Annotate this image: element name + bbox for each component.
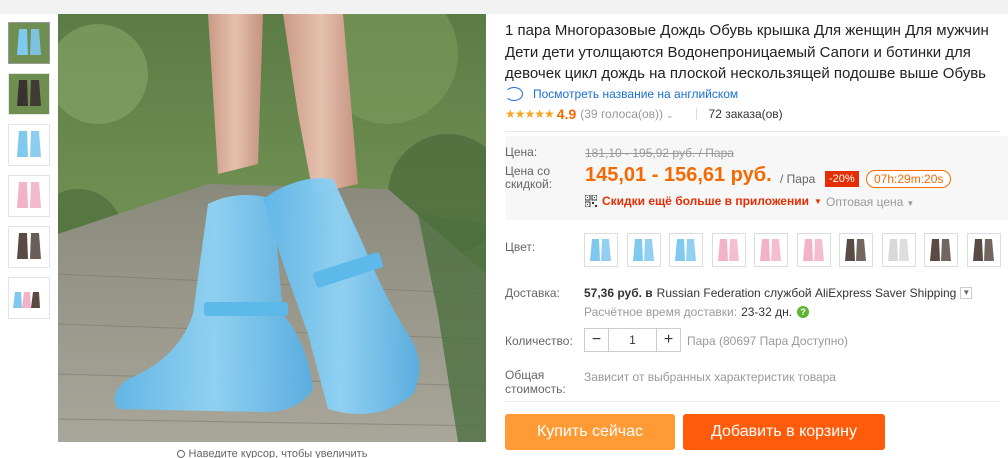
color-swatch[interactable] xyxy=(924,233,958,267)
app-deal-link[interactable]: Скидки ещё больше в приложении ▼ xyxy=(585,194,822,208)
zoom-hint-text: Наведите курсор, чтобы увеличить xyxy=(188,448,368,458)
color-swatch[interactable] xyxy=(966,233,1001,267)
boot-thumbnail-icon xyxy=(9,278,49,318)
product-title: 1 пара Многоразовые Дождь Обувь крышка Д… xyxy=(505,22,989,82)
wholesale-price-link[interactable]: Оптовая цена ▼ xyxy=(826,195,914,209)
boot-swatch-icon xyxy=(882,234,915,266)
boot-swatch-icon xyxy=(670,234,702,266)
translate-icon xyxy=(505,87,523,101)
wholesale-text[interactable]: Оптовая цена xyxy=(826,195,903,209)
boot-thumbnail-icon xyxy=(9,125,49,165)
magnifier-icon xyxy=(176,450,185,458)
boot-swatch-icon xyxy=(585,234,617,266)
shipping-label: Доставка: xyxy=(505,286,560,300)
star-rating-icon: ★★★★★ xyxy=(505,107,555,121)
boot-swatch-icon xyxy=(797,234,830,266)
color-label: Цвет: xyxy=(505,240,536,254)
shipping-method: Russian Federation службой AliExpress Sa… xyxy=(656,286,957,300)
increase-quantity-button[interactable]: + xyxy=(656,329,680,351)
countdown-timer: 07h:29m:20s xyxy=(866,170,952,188)
shipping-info: 57,36 руб. в Russian Federation службой … xyxy=(584,286,973,300)
translate-link-text[interactable]: Посмотреть название на английском xyxy=(533,87,738,101)
shipping-dropdown-icon[interactable]: ▼ xyxy=(960,287,973,299)
thumbnail-black-boot[interactable] xyxy=(8,73,50,115)
quantity-available: Пара (80697 Пара Доступно) xyxy=(687,334,849,348)
boot-swatch-icon xyxy=(925,234,957,266)
boot-thumbnail-icon xyxy=(9,23,49,63)
chevron-down-icon: ▼ xyxy=(906,199,915,208)
thumbnail-brown-boot[interactable] xyxy=(8,226,50,268)
orders-count: 72 заказа(ов) xyxy=(708,107,783,121)
top-strip xyxy=(0,0,1008,14)
color-swatch[interactable] xyxy=(754,233,788,267)
total-label: Общая стоимость: xyxy=(505,368,566,396)
color-swatch[interactable] xyxy=(626,233,661,267)
add-to-cart-button[interactable]: Добавить в корзину xyxy=(683,414,885,450)
delivery-time: Расчётное время доставки: 23-32 дн. ? xyxy=(584,305,810,319)
delivery-time-label: Расчётное время доставки: xyxy=(584,305,738,319)
rain-boots-photo xyxy=(58,14,486,442)
thumbnail-blue-boot[interactable] xyxy=(8,124,50,166)
boot-thumbnail-icon xyxy=(9,74,49,114)
zoom-hint: Наведите курсор, чтобы увеличить xyxy=(58,448,486,458)
shipping-price: 57,36 руб. в xyxy=(584,286,653,300)
current-price: 145,01 - 156,61 руб. xyxy=(585,164,772,186)
color-swatch[interactable] xyxy=(839,233,873,267)
discount-badge: -20% xyxy=(825,171,859,187)
rating-value: 4.9 xyxy=(556,106,577,122)
votes-count[interactable]: (39 голоса(ов)) xyxy=(580,107,663,121)
thumbnail-multi-boot[interactable] xyxy=(8,277,50,319)
help-icon[interactable]: ? xyxy=(797,306,810,318)
price-label: Цена: xyxy=(505,145,538,159)
color-swatch[interactable] xyxy=(881,233,916,267)
thumbnail-pink-boot[interactable] xyxy=(8,175,50,217)
chevron-down-icon: ▼ xyxy=(813,196,822,206)
translate-title-link[interactable]: Посмотреть название на английском xyxy=(505,87,738,101)
boot-swatch-icon xyxy=(627,234,660,266)
discount-price-label: Цена со скидкой: xyxy=(505,164,553,191)
boot-swatch-icon xyxy=(755,234,787,266)
divider xyxy=(695,108,697,120)
quantity-label: Количество: xyxy=(505,334,573,348)
qr-code-icon xyxy=(585,195,597,207)
color-swatch[interactable] xyxy=(669,233,703,267)
boot-thumbnail-icon xyxy=(9,227,49,267)
color-swatch[interactable] xyxy=(711,233,746,267)
delivery-days: 23-32 дн. xyxy=(741,305,793,319)
color-swatches xyxy=(584,233,1008,267)
divider xyxy=(505,131,1000,132)
color-swatch[interactable] xyxy=(796,233,831,267)
boot-swatch-icon xyxy=(967,234,1000,266)
original-price: 181,10 - 195,92 руб. / Пара xyxy=(585,146,734,160)
price-unit: / Пара xyxy=(780,172,816,186)
boot-swatch-icon xyxy=(840,234,872,266)
boot-thumbnail-icon xyxy=(9,176,49,216)
divider xyxy=(505,401,1000,402)
chevron-down-icon: ⌄ xyxy=(666,110,674,120)
total-value: Зависит от выбранных характеристик товар… xyxy=(584,370,836,384)
color-swatch[interactable] xyxy=(584,233,618,267)
decrease-quantity-button[interactable]: − xyxy=(585,329,609,351)
buy-now-button[interactable]: Купить сейчас xyxy=(505,414,675,450)
main-product-image[interactable] xyxy=(58,14,486,442)
thumbnail-list xyxy=(8,22,52,328)
quantity-input[interactable] xyxy=(609,329,656,351)
votes-link[interactable]: (39 голоса(ов)) ⌄ xyxy=(580,107,673,121)
price-block: Цена: 181,10 - 195,92 руб. / Пара Цена с… xyxy=(505,136,1008,220)
quantity-stepper: − + xyxy=(584,328,681,352)
boot-swatch-icon xyxy=(712,234,745,266)
thumbnail-blue-boot[interactable] xyxy=(8,22,50,64)
app-deal-text[interactable]: Скидки ещё больше в приложении xyxy=(602,194,809,208)
rating-row: ★★★★★ 4.9 (39 голоса(ов)) ⌄ 72 заказа(ов) xyxy=(505,106,783,122)
